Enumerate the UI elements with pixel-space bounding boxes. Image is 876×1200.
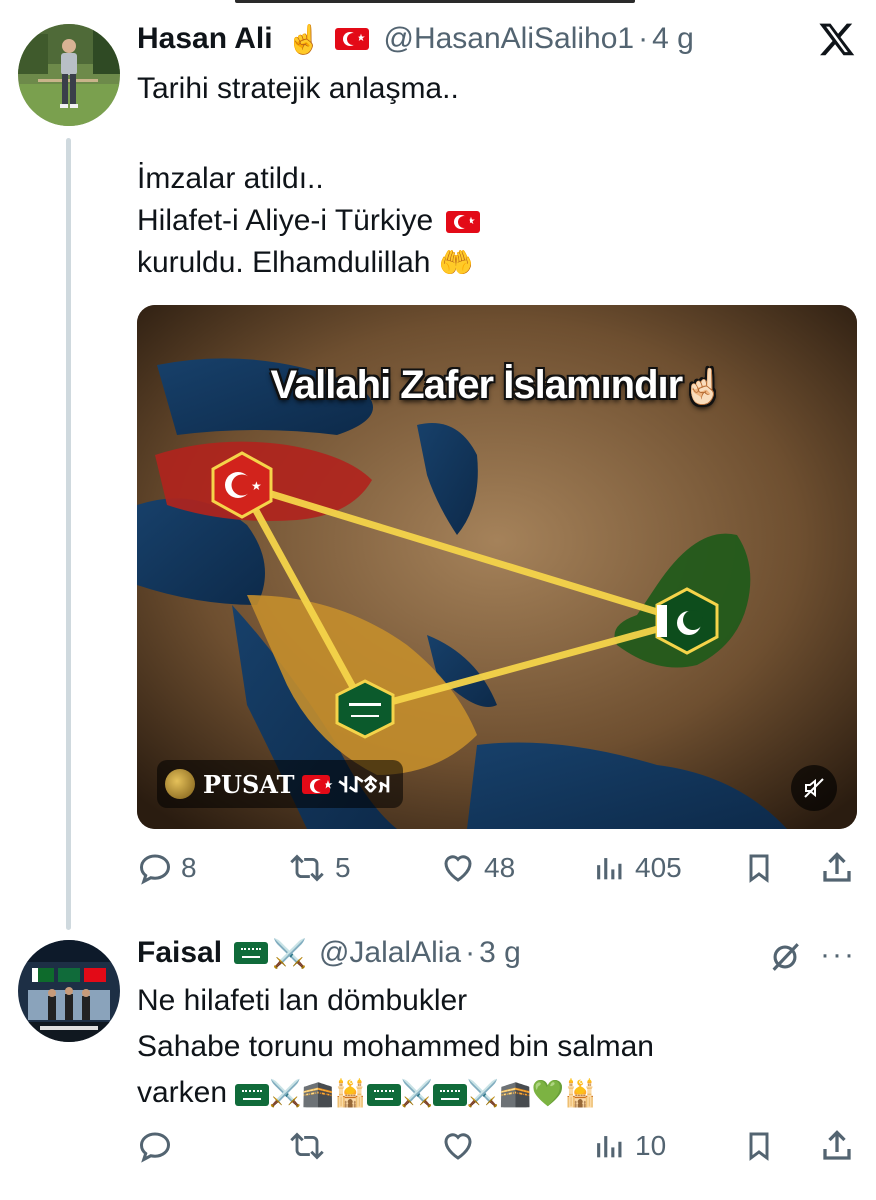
more-icon[interactable]: ··· — [820, 938, 856, 972]
reply-icon — [139, 854, 171, 885]
share-icon — [823, 852, 851, 882]
tweet-time[interactable]: 4 g — [652, 22, 694, 56]
svg-text:★: ★ — [251, 479, 262, 493]
views-icon — [597, 858, 622, 880]
like-count: 48 — [484, 852, 516, 883]
x-logo-icon[interactable] — [818, 20, 856, 58]
tweet-line: varken — [137, 1076, 228, 1109]
bookmark-button[interactable] — [743, 846, 775, 890]
tweet-actions: 8 5 48 405 — [137, 846, 857, 890]
reply-count: 8 — [181, 852, 197, 883]
views-button[interactable]: 405 — [593, 846, 682, 890]
author-handle[interactable]: @JalalAlia — [319, 936, 461, 970]
emoji-sequence: ⚔️🕋🕌 ⚔️ ⚔️🕋💚🕌 — [235, 1078, 596, 1108]
status-bar-edge — [0, 0, 876, 3]
tweet-line: kuruldu. Elhamdulillah — [137, 246, 431, 279]
separator-dot: · — [638, 22, 649, 55]
mute-icon — [804, 778, 824, 798]
tweet-header: Hasan Ali ☝️ ★ @HasanAliSaliho1 · 4 g — [137, 22, 694, 56]
share-button[interactable] — [819, 1124, 855, 1168]
reply-icon — [139, 1132, 171, 1163]
turkey-flag-icon: ★ — [445, 211, 480, 234]
turkey-flag-icon: ★ — [302, 774, 332, 794]
grok-icon[interactable] — [768, 940, 802, 974]
crossed-swords-emoji: ⚔️ — [272, 937, 307, 969]
like-icon — [444, 855, 472, 882]
views-count: 405 — [635, 852, 682, 883]
retweet-button[interactable]: 5 — [287, 846, 351, 890]
separator-dot: · — [465, 936, 476, 969]
video-watermark: PUSAT ★ 𐰴𐱃𐰀𐰭 — [157, 760, 404, 808]
share-button[interactable] — [819, 846, 855, 890]
watermark-runes: 𐰴𐱃𐰀𐰭 — [338, 773, 392, 798]
avatar[interactable] — [18, 24, 120, 126]
views-count: 10 — [635, 1130, 667, 1161]
retweet-icon — [290, 1132, 324, 1160]
tweet-line: Sahabe torunu mohammed bin salman — [137, 1030, 654, 1063]
retweet-icon — [290, 854, 324, 882]
raised-hands-emoji: 🤲 — [438, 247, 474, 278]
tweet-line: Ne hilafeti lan dömbukler — [137, 984, 468, 1017]
like-icon — [444, 1133, 472, 1160]
tweet-time[interactable]: 3 g — [479, 936, 521, 970]
views-button[interactable]: 10 — [593, 1124, 666, 1168]
reply-button[interactable] — [137, 1124, 181, 1168]
author-handle[interactable]: @HasanAliSaliho1 — [383, 22, 634, 56]
author-name[interactable]: Faisal — [137, 936, 222, 970]
tweet-video[interactable]: ★ Vallahi Zafer İslamındır☝🏻 PUSAT ★ 𐰴𐱃𐰀… — [137, 305, 857, 829]
tweet-line: İmzalar atildı.. — [137, 162, 324, 195]
reply-button[interactable]: 8 — [137, 846, 197, 890]
avatar[interactable] — [18, 940, 120, 1042]
tweet-header: Faisal ⚔️ @JalalAlia · 3 g — [137, 936, 521, 970]
bookmark-icon — [749, 854, 769, 883]
tweet-actions: 10 — [137, 1124, 857, 1168]
thread-line — [66, 138, 71, 930]
video-overlay-title: Vallahi Zafer İslamındır☝🏻 — [270, 363, 724, 407]
tweet-text: Ne hilafeti lan dömbukler Sahabe torunu … — [137, 982, 654, 1112]
bookmark-icon — [749, 1132, 769, 1161]
turkey-flag-icon: ★ — [335, 28, 370, 50]
tweet-line: Hilafet-i Aliye-i Türkiye — [137, 204, 434, 237]
tweet-text: Tarihi stratejik anlaşma.. İmzalar atild… — [137, 70, 480, 282]
like-button[interactable]: 48 — [440, 846, 515, 890]
author-name[interactable]: Hasan Ali — [137, 22, 273, 56]
views-icon — [597, 1136, 622, 1158]
pusat-logo-icon — [165, 769, 195, 799]
saudi-flag-icon — [234, 942, 269, 964]
share-icon — [823, 1130, 851, 1160]
watermark-text: PUSAT — [203, 769, 295, 799]
retweet-button[interactable] — [287, 1124, 335, 1168]
like-button[interactable] — [440, 1124, 484, 1168]
pointing-up-emoji: ☝️ — [286, 23, 322, 55]
retweet-count: 5 — [335, 852, 351, 883]
tweet-line: Tarihi stratejik anlaşma.. — [137, 72, 459, 105]
mute-button[interactable] — [791, 765, 837, 811]
bookmark-button[interactable] — [743, 1124, 775, 1168]
